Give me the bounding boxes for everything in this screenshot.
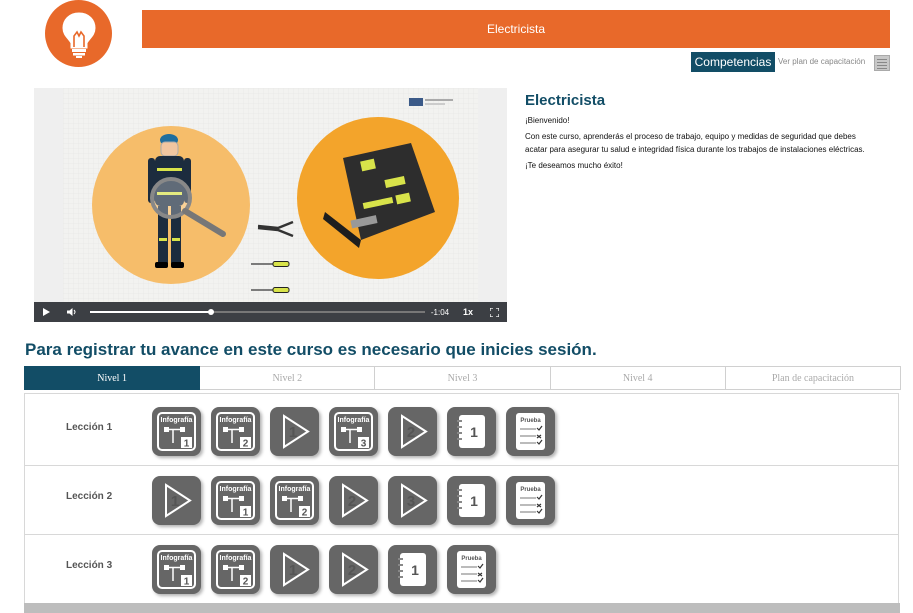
lessons-list: Lección 1 Infografía 1 Infografía 2 1 Infograf… <box>24 393 899 613</box>
lesson-row: Lección 1 Infografía 1 Infografía 2 1 Infograf… <box>25 397 898 466</box>
prueba-activity-icon[interactable]: Prueba <box>447 545 496 594</box>
prueba-activity-icon[interactable]: Prueba <box>506 476 555 525</box>
activity-icons: 1 Infografía 1 Infografía 2 2 3 1 Prueba <box>152 476 555 525</box>
video-progress-handle[interactable] <box>207 309 214 315</box>
tab-nivel-4[interactable]: Nivel 4 <box>550 366 726 390</box>
svg-text:3: 3 <box>407 493 415 510</box>
infografia-activity-icon[interactable]: Infografía 1 <box>152 407 201 456</box>
bottom-scroll-bar[interactable] <box>24 603 900 613</box>
svg-text:2: 2 <box>407 424 415 441</box>
infografia-activity-icon[interactable]: Infografía 2 <box>211 545 260 594</box>
video-activity-icon[interactable]: 1 <box>270 545 319 594</box>
course-intro: Electricista ¡Bienvenido! Con este curso… <box>525 92 895 175</box>
svg-text:1: 1 <box>411 562 419 578</box>
svg-text:2: 2 <box>302 508 308 519</box>
svg-text:Prueba: Prueba <box>520 487 541 493</box>
level-tabs: Nivel 1 Nivel 2 Nivel 3 Nivel 4 Plan de … <box>24 366 902 390</box>
svg-text:1: 1 <box>289 562 297 579</box>
course-title-banner: Electricista <box>142 10 890 48</box>
video-activity-icon[interactable]: 1 <box>152 476 201 525</box>
svg-text:Infografía: Infografía <box>279 486 311 493</box>
tab-plan-capacitacion[interactable]: Plan de capacitación <box>725 366 902 390</box>
competencias-button[interactable]: Competencias <box>691 52 775 72</box>
video-time: -1:04 <box>430 307 450 317</box>
plan-capacitacion-link[interactable]: Ver plan de capacitación <box>778 57 865 66</box>
infografia-activity-icon[interactable]: Infografía 3 <box>329 407 378 456</box>
infografia-activity-icon[interactable]: Infografía 2 <box>211 407 260 456</box>
speed-button[interactable]: 1x <box>458 302 478 322</box>
video-thumbnail <box>63 88 478 302</box>
video-activity-icon[interactable]: 2 <box>329 476 378 525</box>
svg-text:1: 1 <box>470 493 478 509</box>
infografia-activity-icon[interactable]: Infografía 2 <box>270 476 319 525</box>
play-icon[interactable] <box>38 302 54 322</box>
video-activity-icon[interactable]: 2 <box>388 407 437 456</box>
video-player[interactable]: -1:04 1x <box>34 88 507 322</box>
fullscreen-icon[interactable] <box>486 302 502 322</box>
lesson-row: Lección 3 Infografía 1 Infografía 2 1 2 1 Prueba <box>25 535 898 604</box>
login-notice: Para registrar tu avance en este curso e… <box>25 340 597 359</box>
list-icon[interactable] <box>874 55 890 71</box>
prueba-activity-icon[interactable]: Prueba <box>506 407 555 456</box>
svg-text:1: 1 <box>243 508 249 519</box>
svg-text:1: 1 <box>289 424 297 441</box>
intro-title: Electricista <box>525 92 606 109</box>
svg-text:2: 2 <box>243 439 249 450</box>
video-progress-fill <box>90 311 211 313</box>
infografia-activity-icon[interactable]: Infografía 1 <box>211 476 260 525</box>
svg-text:2: 2 <box>348 493 356 510</box>
cuaderno-activity-icon[interactable]: 1 <box>388 545 437 594</box>
svg-text:1: 1 <box>470 424 478 440</box>
svg-text:Infografía: Infografía <box>161 417 193 424</box>
svg-text:Infografía: Infografía <box>338 417 370 424</box>
cuaderno-activity-icon[interactable]: 1 <box>447 476 496 525</box>
svg-text:2: 2 <box>243 577 249 588</box>
svg-text:Infografía: Infografía <box>220 417 252 424</box>
tab-nivel-1[interactable]: Nivel 1 <box>24 366 201 390</box>
intro-closing: ¡Te deseamos mucho éxito! <box>525 161 623 170</box>
svg-text:Infografía: Infografía <box>220 555 252 562</box>
activity-icons: Infografía 1 Infografía 2 1 Infografía 3 2 1 Prue… <box>152 407 555 456</box>
lesson-label: Lección 2 <box>66 491 113 502</box>
tab-nivel-3[interactable]: Nivel 3 <box>375 366 551 390</box>
intro-description: Con este curso, aprenderás el proceso de… <box>525 132 865 154</box>
video-progress-bar[interactable] <box>90 309 425 315</box>
svg-text:3: 3 <box>361 439 367 450</box>
lesson-row: Lección 2 1 Infografía 1 Infografía 2 2 3 1 Prueb… <box>25 466 898 535</box>
lesson-label: Lección 1 <box>66 422 113 433</box>
svg-text:Infografía: Infografía <box>161 555 193 562</box>
svg-text:Infografía: Infografía <box>220 486 252 493</box>
lesson-label: Lección 3 <box>66 560 113 571</box>
svg-text:2: 2 <box>348 562 356 579</box>
video-frame[interactable] <box>63 88 478 302</box>
video-activity-icon[interactable]: 2 <box>329 545 378 594</box>
svg-text:1: 1 <box>171 493 179 510</box>
svg-text:Prueba: Prueba <box>461 556 482 562</box>
tab-nivel-2[interactable]: Nivel 2 <box>200 366 376 390</box>
video-activity-icon[interactable]: 3 <box>388 476 437 525</box>
svg-text:1: 1 <box>184 439 190 450</box>
svg-text:Prueba: Prueba <box>520 418 541 424</box>
svg-text:1: 1 <box>184 577 190 588</box>
cuaderno-activity-icon[interactable]: 1 <box>447 407 496 456</box>
video-controls: -1:04 1x <box>34 302 507 322</box>
volume-icon[interactable] <box>64 302 80 322</box>
course-logo <box>45 0 112 67</box>
activity-icons: Infografía 1 Infografía 2 1 2 1 Prueba <box>152 545 496 594</box>
infografia-activity-icon[interactable]: Infografía 1 <box>152 545 201 594</box>
lightbulb-icon <box>61 11 96 58</box>
video-activity-icon[interactable]: 1 <box>270 407 319 456</box>
intro-welcome: ¡Bienvenido! <box>525 116 570 125</box>
